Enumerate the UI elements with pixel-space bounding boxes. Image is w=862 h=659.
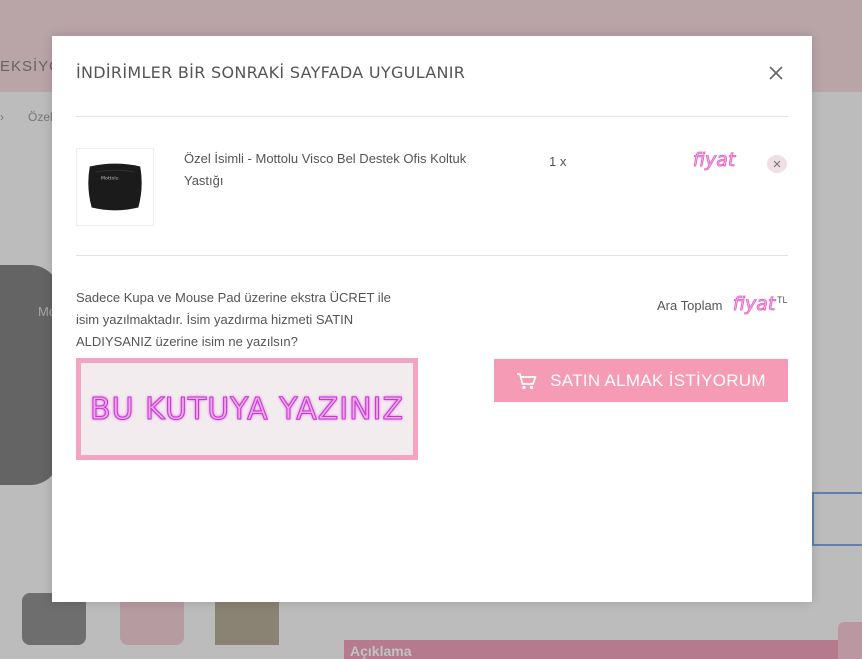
divider <box>76 255 788 256</box>
checkout-button[interactable]: SATIN ALMAK İSTİYORUM <box>494 359 788 402</box>
price-image: fiyat <box>692 149 737 172</box>
remove-item-button[interactable] <box>767 155 787 173</box>
cart-modal: İNDİRİMLER BİR SONRAKİ SAYFADA UYGULANIR… <box>52 36 812 602</box>
remove-icon <box>773 160 781 168</box>
subtotal-price-image-text: fiyat <box>733 293 777 315</box>
name-note-label: Sadece Kupa ve Mouse Pad üzerine ekstra … <box>76 290 391 349</box>
checkout-button-label: SATIN ALMAK İSTİYORUM <box>550 370 766 390</box>
product-image[interactable]: Mottolu <box>76 148 154 226</box>
divider <box>76 116 788 117</box>
name-note-input[interactable]: BU KUTUYA YAZINIZ <box>76 358 418 460</box>
subtotal-label: Ara Toplam <box>657 298 723 313</box>
lumbar-pillow-image: Mottolu <box>88 163 142 211</box>
name-note-placeholder: BU KUTUYA YAZINIZ <box>90 391 404 427</box>
product-image-brand: Mottolu <box>101 176 119 182</box>
product-name-link[interactable]: Özel İsimli - Mottolu Visco Bel Destek O… <box>184 148 494 192</box>
subtotal-currency: TL <box>777 295 788 305</box>
modal-title: İNDİRİMLER BİR SONRAKİ SAYFADA UYGULANIR <box>76 63 466 82</box>
close-button[interactable] <box>765 62 787 84</box>
item-quantity: 1 x <box>549 154 567 169</box>
subtotal-price-image: fiyat <box>732 293 777 316</box>
close-icon <box>769 66 783 80</box>
cart-icon <box>517 372 537 389</box>
price-image-text: fiyat <box>693 149 737 171</box>
